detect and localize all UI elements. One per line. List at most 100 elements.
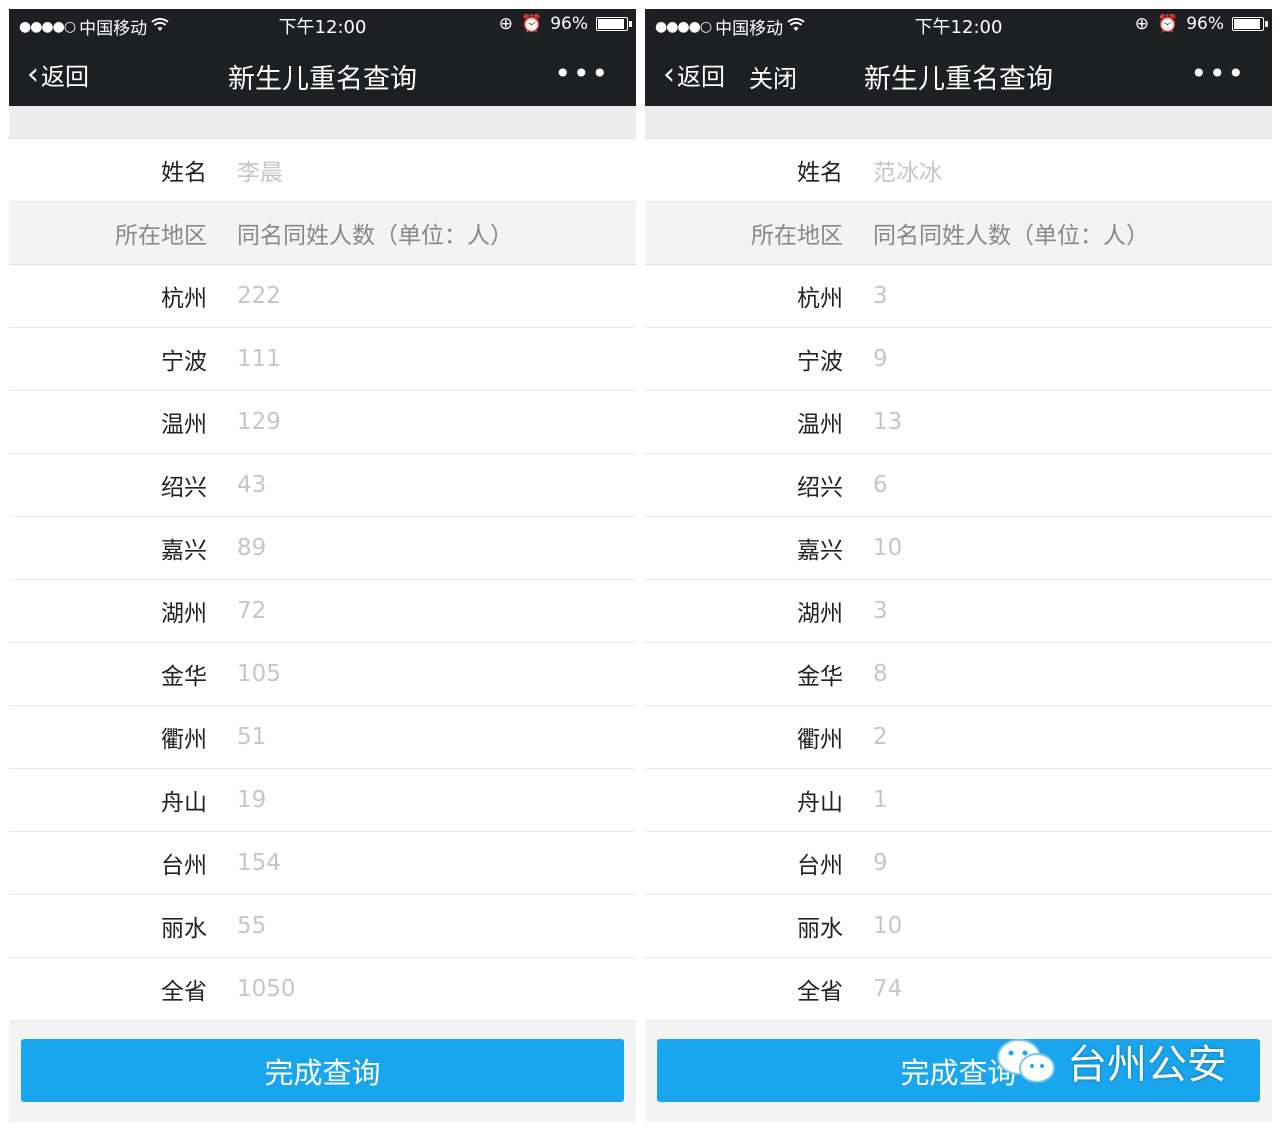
table-row: 嘉兴 10 [645,517,1272,580]
same-name-count: 6 [873,472,888,498]
same-name-count: 105 [237,661,281,687]
complete-query-button[interactable]: 完成查询 [21,1039,624,1102]
watermark: 台州公安 [995,1032,1227,1090]
same-name-count: 51 [237,724,267,750]
region-name: 台州 [797,853,843,879]
table-row: 绍兴 43 [9,454,636,517]
battery-percent: 96% [550,14,588,34]
phone-screen-left: ●●●●○ 中国移动 下午12:00 ⊕ ⏰ 96% ‹ 返回 新生儿重名查询 … [9,9,636,1122]
header-region: 所在地区 [751,223,843,249]
region-name: 衢州 [161,727,207,753]
footer: 完成查询 [9,1024,636,1122]
region-name: 湖州 [161,601,207,627]
top-bar: ●●●●○ 中国移动 下午12:00 ⊕ ⏰ 96% ‹ 返回 关闭 新生儿重名… [645,9,1272,106]
table-header: 所在地区 同名同姓人数（单位：人） [645,202,1272,265]
table-row: 衢州 2 [645,706,1272,769]
status-bar: ●●●●○ 中国移动 下午12:00 ⊕ ⏰ 96% [9,9,636,41]
alarm-icon: ⏰ [1157,14,1179,34]
region-name: 衢州 [797,727,843,753]
header-region: 所在地区 [115,223,207,249]
region-name: 舟山 [161,790,207,816]
table-row: 丽水 10 [645,895,1272,958]
table-row: 绍兴 6 [645,454,1272,517]
same-name-count: 154 [237,850,281,876]
header-count: 同名同姓人数（单位：人） [237,223,513,249]
same-name-count: 43 [237,472,267,498]
name-row[interactable]: 姓名 范冰冰 [645,139,1272,202]
table-row: 宁波 9 [645,328,1272,391]
phone-screen-right: ●●●●○ 中国移动 下午12:00 ⊕ ⏰ 96% ‹ 返回 关闭 新生儿重名… [645,9,1272,1122]
table-row: 全省 1050 [9,958,636,1021]
region-name: 杭州 [797,286,843,312]
table-row: 舟山 1 [645,769,1272,832]
table-row: 宁波 111 [9,328,636,391]
name-label: 姓名 [797,160,843,186]
status-bar: ●●●●○ 中国移动 下午12:00 ⊕ ⏰ 96% [645,9,1272,41]
name-label: 姓名 [161,160,207,186]
region-name: 湖州 [797,601,843,627]
same-name-count: 8 [873,661,888,687]
section-gap [9,106,636,139]
same-name-count: 19 [237,787,267,813]
same-name-count: 111 [237,346,281,372]
name-row[interactable]: 姓名 李晨 [9,139,636,202]
table-row: 湖州 72 [9,580,636,643]
header-count: 同名同姓人数（单位：人） [873,223,1149,249]
region-name: 丽水 [161,916,207,942]
same-name-count: 129 [237,409,281,435]
region-name: 嘉兴 [797,538,843,564]
table-row: 全省 74 [645,958,1272,1021]
table-row: 温州 129 [9,391,636,454]
region-name: 台州 [161,853,207,879]
status-right: ⊕ ⏰ 96% [498,14,632,34]
rotation-lock-icon: ⊕ [498,14,514,34]
region-name: 宁波 [161,349,207,375]
region-name: 杭州 [161,286,207,312]
region-name: 宁波 [797,349,843,375]
same-name-count: 1050 [237,976,296,1002]
same-name-count: 89 [237,535,267,561]
same-name-count: 222 [237,283,281,309]
section-gap [645,106,1272,139]
rotation-lock-icon: ⊕ [1134,14,1150,34]
nav-bar: ‹ 返回 关闭 新生儿重名查询 ••• [645,45,1272,103]
table-row: 丽水 55 [9,895,636,958]
same-name-count: 10 [873,535,903,561]
same-name-count: 74 [873,976,903,1002]
region-name: 金华 [161,664,207,690]
same-name-count: 10 [873,913,903,939]
region-name: 温州 [797,412,843,438]
region-name: 丽水 [797,916,843,942]
nav-bar: ‹ 返回 新生儿重名查询 ••• [9,45,636,103]
table-row: 金华 105 [9,643,636,706]
page-title: 新生儿重名查询 [864,64,1053,95]
name-input[interactable]: 范冰冰 [873,153,942,187]
table-row: 温州 13 [645,391,1272,454]
region-name: 绍兴 [797,475,843,501]
same-name-count: 1 [873,787,888,813]
table-row: 嘉兴 89 [9,517,636,580]
more-icon[interactable]: ••• [554,57,610,90]
region-name: 金华 [797,664,843,690]
table-row: 台州 9 [645,832,1272,895]
same-name-count: 9 [873,850,888,876]
result-list: 杭州 3 宁波 9 温州 13 绍兴 6 嘉兴 10 湖州 3 金华 8 衢州 2 舟山 1 台州 9 丽水 10 全省 74 [645,265,1272,1021]
table-row: 杭州 3 [645,265,1272,328]
same-name-count: 55 [237,913,267,939]
same-name-count: 13 [873,409,903,435]
region-name: 舟山 [797,790,843,816]
battery-icon [596,17,632,31]
same-name-count: 9 [873,346,888,372]
region-name: 绍兴 [161,475,207,501]
name-input[interactable]: 李晨 [237,153,283,187]
result-list: 杭州 222 宁波 111 温州 129 绍兴 43 嘉兴 89 湖州 72 金华 105 衢州 51 舟山 19… [9,265,636,1021]
table-row: 杭州 222 [9,265,636,328]
status-right: ⊕ ⏰ 96% [1134,14,1268,34]
region-name: 温州 [161,412,207,438]
same-name-count: 3 [873,283,888,309]
table-row: 湖州 3 [645,580,1272,643]
table-row: 舟山 19 [9,769,636,832]
table-row: 台州 154 [9,832,636,895]
region-name: 全省 [797,979,843,1005]
more-icon[interactable]: ••• [1190,57,1246,90]
